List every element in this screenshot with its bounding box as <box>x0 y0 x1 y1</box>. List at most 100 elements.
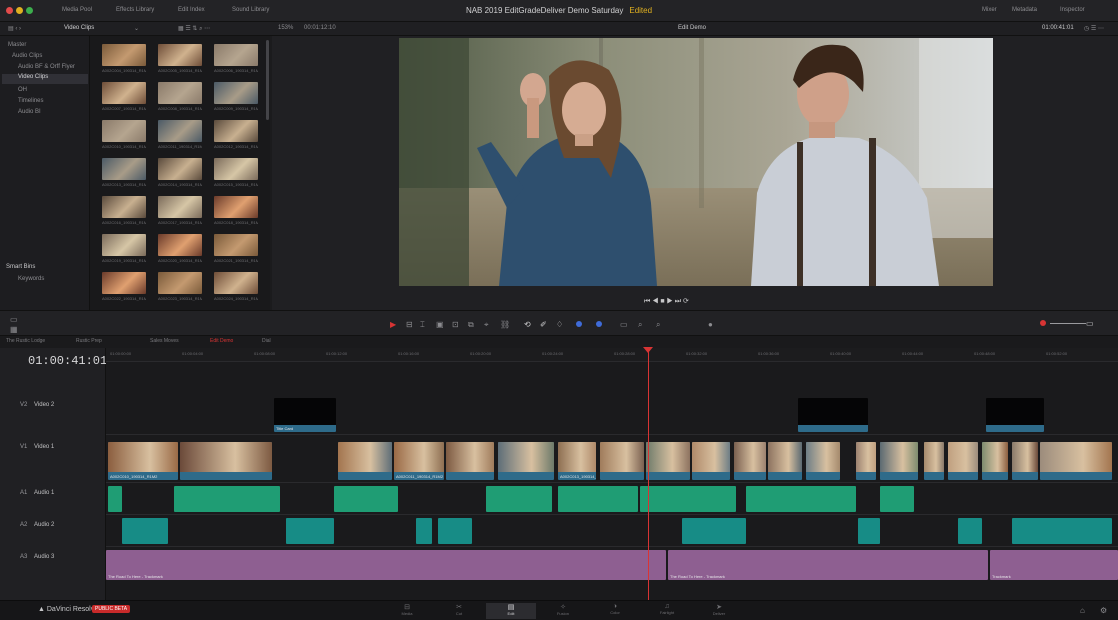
overwrite-clip-icon[interactable]: ⊡ <box>452 320 459 329</box>
linked-selection-icon[interactable]: ⛓ <box>500 320 510 329</box>
audio-clip[interactable] <box>682 518 746 544</box>
video-clip[interactable] <box>646 442 690 480</box>
clip-thumbnail[interactable] <box>158 234 202 256</box>
page-tab-fairlight[interactable]: ♫ Fairlight <box>642 603 692 619</box>
blade-tool-icon[interactable]: ⌶ <box>420 320 425 330</box>
clip-thumbnail[interactable] <box>102 272 146 294</box>
clip-thumbnail[interactable] <box>102 158 146 180</box>
clip-thumbnail[interactable] <box>214 158 258 180</box>
video-clip[interactable]: A002C010_190314_R1M2 <box>108 442 178 480</box>
panel-layout-icon[interactable]: ▭ <box>10 315 18 324</box>
audio-clip[interactable] <box>438 518 472 544</box>
track-a2-name[interactable]: Audio 2 <box>34 522 54 528</box>
flag-color-blue[interactable] <box>576 321 582 327</box>
insert-clip-icon[interactable]: ▣ <box>436 320 444 329</box>
video-clip[interactable] <box>692 442 730 480</box>
clip-thumbnail[interactable] <box>214 272 258 294</box>
video-clip[interactable] <box>1040 442 1112 480</box>
audio-clip[interactable] <box>958 518 982 544</box>
video-clip[interactable] <box>806 442 840 480</box>
chevron-down-icon[interactable]: ⌄ <box>134 25 139 32</box>
bin-audio-clips[interactable]: Audio Clips <box>12 53 42 59</box>
track-a3-name[interactable]: Audio 3 <box>34 554 54 560</box>
video-clip[interactable] <box>768 442 802 480</box>
video-clip[interactable] <box>180 442 272 480</box>
bin-master[interactable]: Master <box>8 42 26 48</box>
metadata-button[interactable]: Metadata <box>1012 7 1037 13</box>
video-clip[interactable] <box>446 442 494 480</box>
video-clip[interactable] <box>338 442 392 480</box>
audio-clip[interactable] <box>334 486 398 512</box>
page-tab-fusion[interactable]: ✧ Fusion <box>538 603 588 619</box>
track-v2-name[interactable]: Video 2 <box>34 402 54 408</box>
timeline-ruler[interactable]: 01:00:00:00 01:00:04:00 01:00:08:00 01:00:1… <box>106 348 1118 362</box>
page-tab-cut[interactable]: ✂ Cut <box>434 603 484 619</box>
clip-thumbnail[interactable] <box>214 82 258 104</box>
marker-icon[interactable]: ♢ <box>556 320 563 329</box>
title-card-clip[interactable]: Title Card <box>274 398 336 432</box>
panel-toggle-icon[interactable]: ▤ ‹ › <box>8 25 21 32</box>
clip-thumbnail[interactable] <box>214 44 258 66</box>
playhead-handle[interactable] <box>643 347 653 353</box>
inspector-button[interactable]: Inspector <box>1060 7 1085 13</box>
trim-tool-icon[interactable]: ⊟ <box>406 320 413 329</box>
marker-color-blue[interactable] <box>596 321 602 327</box>
page-tab-color[interactable]: ◑ Color <box>590 603 640 619</box>
page-tab-deliver[interactable]: ➤ Deliver <box>694 603 744 619</box>
video-clip[interactable] <box>948 442 978 480</box>
maximize-window-icon[interactable] <box>26 7 33 14</box>
clip-thumbnail[interactable] <box>102 82 146 104</box>
bin-audio-bi[interactable]: Audio BI <box>18 109 41 115</box>
media-pool-button[interactable]: Media Pool <box>62 7 92 13</box>
audio-clip[interactable] <box>108 486 122 512</box>
position-lock-icon[interactable]: ⟲ <box>524 320 531 329</box>
selection-tool-icon[interactable]: ▶ <box>390 320 396 329</box>
track-a1-name[interactable]: Audio 1 <box>34 490 54 496</box>
clip-thumbnail[interactable] <box>102 234 146 256</box>
tab-the-rustic-lodge[interactable]: The Rustic Lodge <box>6 338 45 344</box>
page-tab-edit[interactable]: ▤ Edit <box>486 603 536 619</box>
clip-thumbnail[interactable] <box>158 82 202 104</box>
bin-oh[interactable]: OH <box>18 87 27 93</box>
music-clip[interactable]: Trackmark <box>990 550 1118 580</box>
home-icon[interactable]: ⌂ <box>1080 606 1085 615</box>
timeline-name[interactable]: Edit Demo <box>678 25 706 31</box>
audio-clip[interactable] <box>640 486 736 512</box>
clip-thumbnail[interactable] <box>158 158 202 180</box>
title-card-clip[interactable] <box>986 398 1044 432</box>
zoom-level[interactable]: 153% <box>278 25 293 31</box>
clip-thumbnail[interactable] <box>214 234 258 256</box>
edit-index-button[interactable]: Edit Index <box>178 7 205 13</box>
minimize-window-icon[interactable] <box>16 7 23 14</box>
mixer-button[interactable]: Mixer <box>982 7 997 13</box>
clip-thumbnail[interactable] <box>158 44 202 66</box>
transport-controls[interactable]: ⏮ ◀ ■ ▶ ⏭ ⟳ <box>644 297 689 306</box>
video-clip[interactable]: A002C013_190314_R1M2 <box>558 442 596 480</box>
zoom-slider-icon[interactable]: ● <box>708 320 713 329</box>
clip-thumbnail[interactable] <box>214 120 258 142</box>
snapping-icon[interactable]: ⌖ <box>484 320 489 330</box>
bin-audio-flyer[interactable]: Audio BF & Orff Flyer <box>18 64 75 70</box>
viewer-frame-image[interactable] <box>399 38 993 286</box>
video-clip[interactable] <box>924 442 944 480</box>
title-card-clip[interactable] <box>798 398 868 432</box>
music-clip[interactable]: The Road To Here - Trackmark <box>106 550 666 580</box>
video-clip[interactable]: A002C011_190314_R1M2 <box>394 442 444 480</box>
audio-clip[interactable] <box>416 518 432 544</box>
volume-slider-track[interactable] <box>1050 323 1086 324</box>
tab-rustic-prep[interactable]: Rustic Prep <box>76 338 102 344</box>
audio-clip[interactable] <box>858 518 880 544</box>
audio-clip[interactable] <box>174 486 280 512</box>
video-clip[interactable] <box>982 442 1008 480</box>
audio-clip[interactable] <box>122 518 168 544</box>
volume-icon[interactable]: ▭ <box>1086 319 1094 328</box>
zoom-full-icon[interactable]: ▭ <box>620 320 628 329</box>
tab-edit-demo[interactable]: Edit Demo <box>210 338 233 344</box>
timeline-options-icon[interactable]: ▦ <box>10 325 18 334</box>
view-options-icon[interactable]: ▦ ☰ ⇅ ⌕ ⋯ <box>178 25 210 33</box>
smart-bin-keywords[interactable]: Keywords <box>18 276 44 282</box>
audio-clip[interactable] <box>880 486 914 512</box>
audio-clip[interactable] <box>1012 518 1112 544</box>
bin-video-clips[interactable]: Video Clips <box>2 74 88 84</box>
playhead[interactable] <box>648 348 649 600</box>
